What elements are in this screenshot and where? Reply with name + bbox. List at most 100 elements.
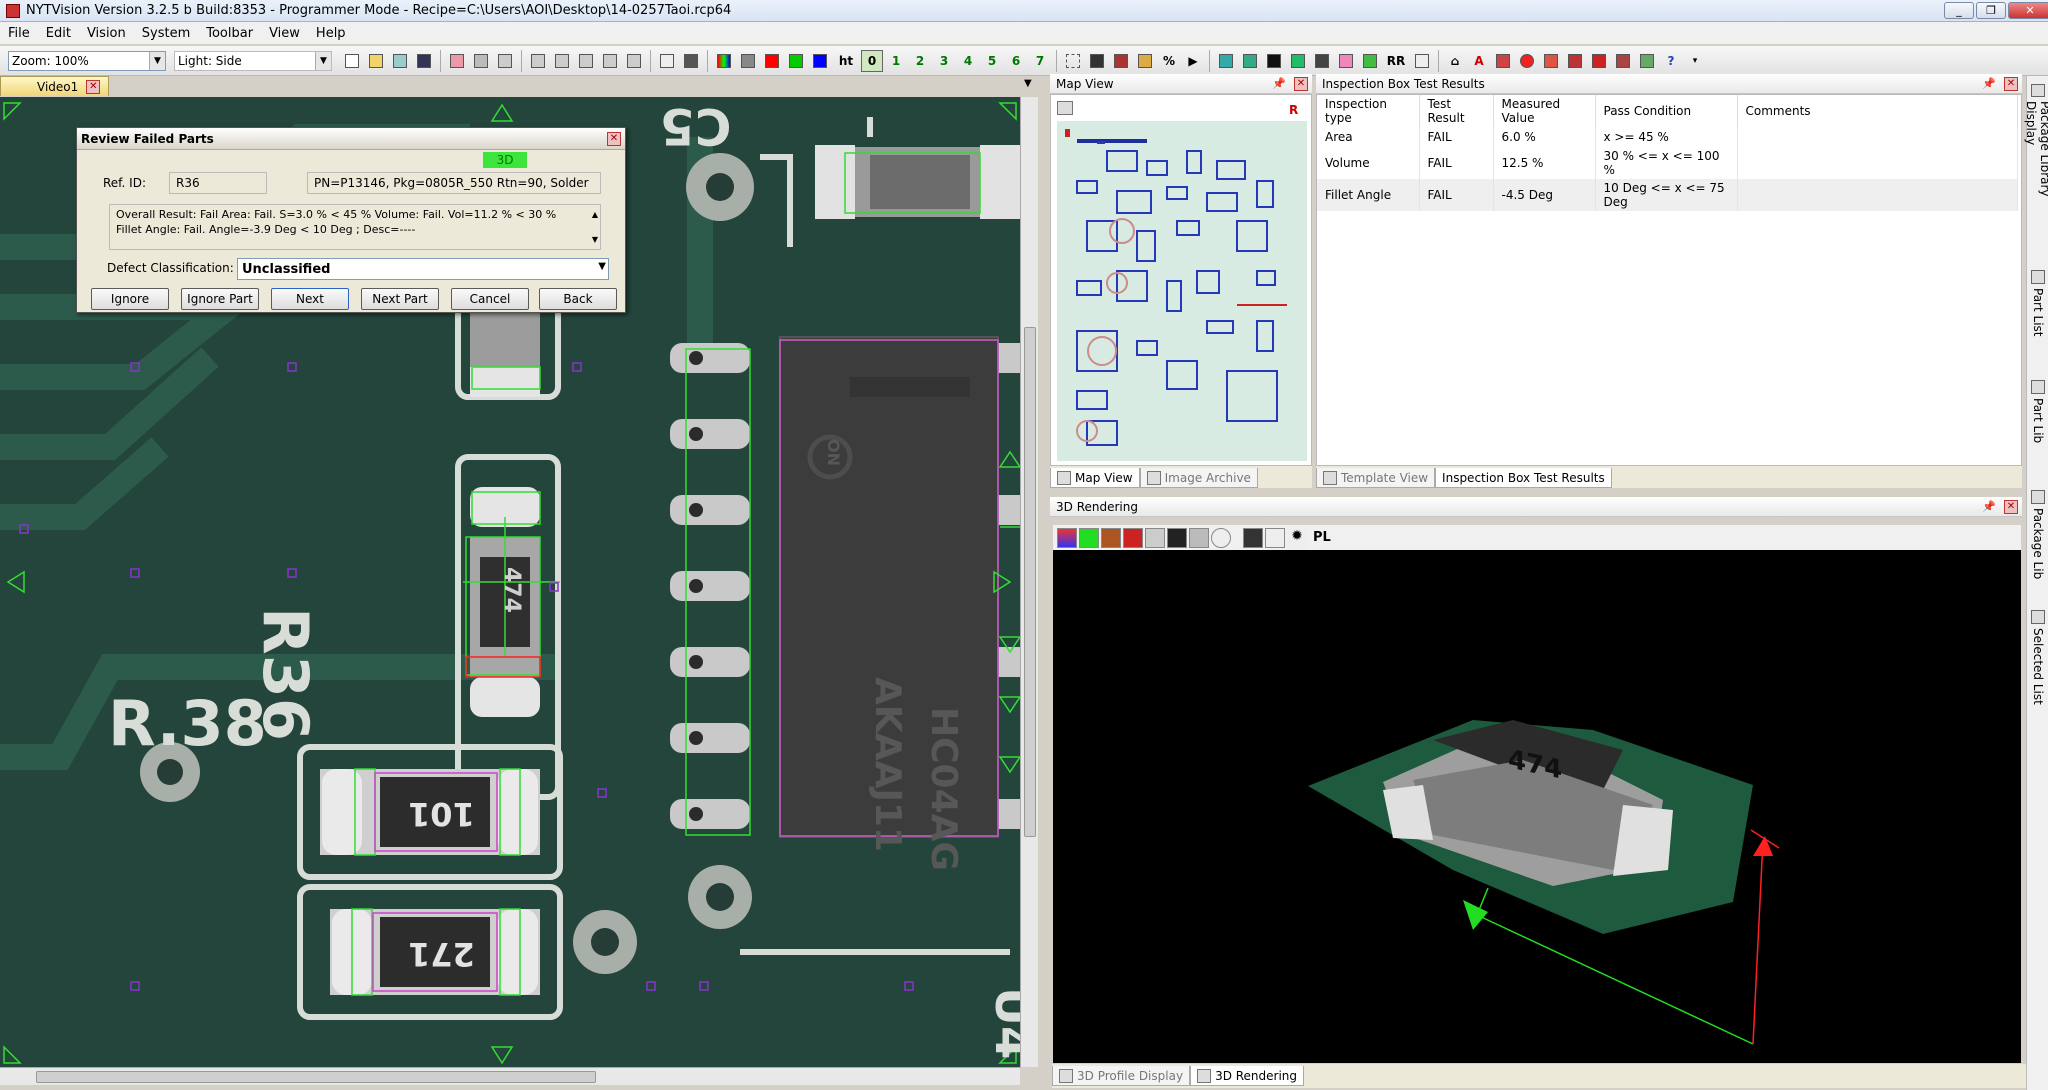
chevron-down-icon[interactable]: ▼	[598, 261, 606, 272]
column-header[interactable]: Inspection type	[1317, 95, 1420, 127]
pin-icon[interactable]: 📌	[1272, 77, 1286, 90]
scroll-thumb[interactable]	[1024, 327, 1036, 837]
open-recipe-icon[interactable]	[389, 50, 411, 72]
help-icon[interactable]: ?	[1660, 50, 1682, 72]
table-row[interactable]: Volume FAIL 12.5 % 30 % <= x <= 100 %	[1317, 147, 2018, 179]
green-color-icon[interactable]	[1079, 527, 1099, 548]
zoom-select[interactable]: Zoom: 100% ▼	[8, 50, 166, 71]
inspect-row-icon[interactable]	[551, 50, 573, 72]
layer-3-button[interactable]: 3	[933, 50, 955, 72]
check-icon[interactable]	[1215, 50, 1237, 72]
scroll-up-icon[interactable]: ▲	[592, 207, 598, 222]
board-map[interactable]	[1057, 121, 1307, 461]
chevron-down-icon[interactable]: ▼	[1024, 78, 1032, 89]
next-button[interactable]: Next	[271, 288, 349, 310]
lock-icon[interactable]	[1134, 50, 1156, 72]
rr-button[interactable]: RR	[1383, 50, 1409, 72]
inspection-results-header[interactable]: Inspection Box Test Results 📌 ✕	[1316, 74, 2022, 94]
home-icon[interactable]: ⌂	[1444, 50, 1466, 72]
bracket-left-icon[interactable]	[599, 50, 621, 72]
panel3-icon[interactable]	[1636, 50, 1658, 72]
barcode-icon[interactable]	[1311, 50, 1333, 72]
ignore-part-button[interactable]: Ignore Part	[181, 288, 259, 310]
close-icon[interactable]: ✕	[607, 132, 621, 146]
camera-move-icon[interactable]	[446, 50, 468, 72]
layer-7-button[interactable]: 7	[1029, 50, 1051, 72]
save-icon[interactable]	[1243, 527, 1263, 548]
scroll-thumb[interactable]	[36, 1071, 596, 1083]
grid-icon[interactable]	[1145, 527, 1165, 548]
table-row[interactable]: Area FAIL 6.0 % x >= 45 %	[1317, 127, 2018, 147]
font-icon[interactable]: A	[1468, 50, 1490, 72]
table-row[interactable]: Fillet Angle FAIL -4.5 Deg 10 Deg <= x <…	[1317, 179, 2018, 211]
bracket-right-icon[interactable]	[623, 50, 645, 72]
check-all-icon[interactable]	[1239, 50, 1261, 72]
sidebar-tab-part-list[interactable]: Part List	[2027, 266, 2048, 346]
align-icon[interactable]	[470, 50, 492, 72]
counter-icon[interactable]	[1263, 50, 1285, 72]
grid-select-icon[interactable]	[1062, 50, 1084, 72]
maximize-button[interactable]: ❐	[1976, 2, 2006, 19]
tab-3d-profile[interactable]: 3D Profile Display	[1052, 1066, 1191, 1086]
percent-icon[interactable]: %	[1158, 50, 1180, 72]
color-green-icon[interactable]	[785, 50, 807, 72]
cancel-button[interactable]: Cancel	[451, 288, 529, 310]
fiducial-icon[interactable]	[494, 50, 516, 72]
layer-4-button[interactable]: 4	[957, 50, 979, 72]
layout2-icon[interactable]	[1564, 50, 1586, 72]
play-icon[interactable]: ▶	[1182, 50, 1204, 72]
ht-button[interactable]: ht	[833, 50, 859, 72]
color-blue-icon[interactable]	[809, 50, 831, 72]
rendering-header[interactable]: 3D Rendering 📌 ✕	[1050, 497, 2022, 517]
menu-view[interactable]: View	[261, 26, 308, 41]
stop-icon[interactable]	[1516, 50, 1538, 72]
tab-inspection-results[interactable]: Inspection Box Test Results	[1435, 468, 1612, 488]
column-header[interactable]: Test Result	[1419, 95, 1494, 127]
profile-icon[interactable]	[1123, 527, 1143, 548]
inspect-box-icon[interactable]	[527, 50, 549, 72]
video-tab[interactable]: Video1 ✕	[0, 76, 110, 96]
close-button[interactable]: ✕	[2008, 2, 2048, 19]
layer-5-button[interactable]: 5	[981, 50, 1003, 72]
zoom-icon[interactable]	[1189, 527, 1209, 548]
layout-icon[interactable]	[1540, 50, 1562, 72]
pl-icon[interactable]	[1167, 527, 1187, 548]
column-header[interactable]: Comments	[1737, 95, 2018, 127]
defect-classification-select[interactable]: Unclassified ▼	[237, 258, 609, 280]
record-icon[interactable]	[1110, 50, 1132, 72]
panel2-icon[interactable]	[1612, 50, 1634, 72]
light-select[interactable]: Light: Side ▼	[174, 50, 332, 71]
pink-box-icon[interactable]	[1335, 50, 1357, 72]
sidebar-tab-package-library-display[interactable]: Package Library Display	[2024, 80, 2048, 230]
back-button[interactable]: Back	[539, 288, 617, 310]
chevron-down-icon[interactable]: ▼	[315, 51, 331, 70]
inspect-col-icon[interactable]	[575, 50, 597, 72]
tab-map-view[interactable]: Map View	[1050, 468, 1140, 488]
menu-system[interactable]: System	[134, 26, 198, 41]
menu-vision[interactable]: Vision	[79, 26, 134, 41]
video-horizontal-scrollbar[interactable]	[0, 1067, 1020, 1085]
tool-icon[interactable]	[1492, 50, 1514, 72]
layer-2-button[interactable]: 2	[909, 50, 931, 72]
texture-icon[interactable]	[1101, 527, 1121, 548]
next-part-button[interactable]: Next Part	[361, 288, 439, 310]
scroll-down-icon[interactable]: ▼	[592, 232, 598, 247]
new-file-icon[interactable]	[341, 50, 363, 72]
menu-toolbar[interactable]: Toolbar	[198, 26, 261, 41]
menu-edit[interactable]: Edit	[38, 26, 79, 41]
minimize-button[interactable]: _	[1944, 2, 1974, 19]
pin-icon[interactable]: 📌	[1982, 500, 1996, 513]
panel-icon[interactable]	[1588, 50, 1610, 72]
tab-3d-rendering[interactable]: 3D Rendering	[1190, 1066, 1305, 1086]
title-bar[interactable]: NYTVision Version 3.2.5 b Build:8353 - P…	[0, 0, 2048, 22]
ignore-button[interactable]: Ignore	[91, 288, 169, 310]
layer-6-button[interactable]: 6	[1005, 50, 1027, 72]
color-red-icon[interactable]	[761, 50, 783, 72]
gear-icon[interactable]: ✹	[1287, 527, 1307, 548]
column-header[interactable]: Pass Condition	[1595, 95, 1738, 127]
tab-image-archive[interactable]: Image Archive	[1139, 468, 1258, 488]
menu-file[interactable]: File	[0, 26, 38, 41]
film-icon[interactable]	[1086, 50, 1108, 72]
chevron-down-icon[interactable]: ▼	[149, 51, 165, 70]
layer-0-button[interactable]: 0	[861, 49, 883, 72]
